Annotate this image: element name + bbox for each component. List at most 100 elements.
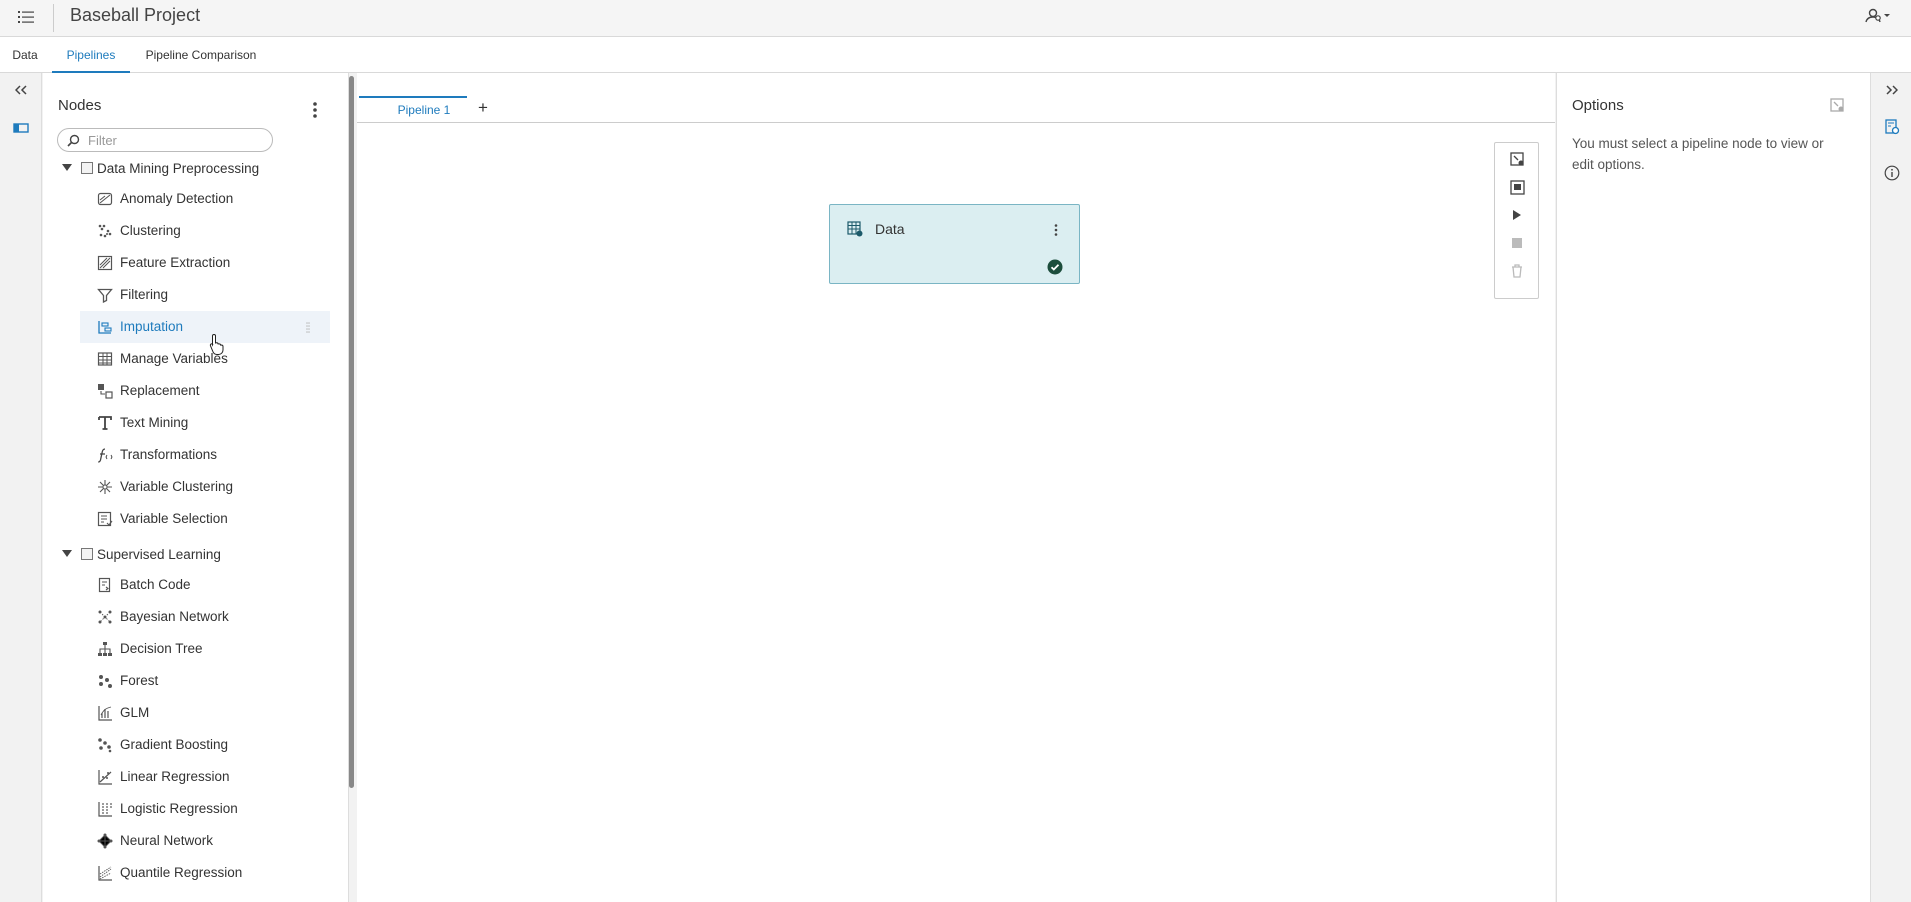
canvas-toolbar — [1494, 142, 1539, 299]
node-item-label: Variable Selection — [120, 511, 228, 526]
node-item-label: Variable Clustering — [120, 479, 234, 494]
anomaly-detection-icon — [97, 191, 113, 207]
variable-clustering-icon — [97, 479, 113, 495]
app-root: Baseball Project Data Pipelines Pipeline… — [0, 0, 1911, 902]
node-item-label: Decision Tree — [120, 641, 203, 656]
replacement-icon — [97, 383, 113, 399]
node-item-quantile-regression[interactable]: Quantile Regression — [43, 857, 343, 889]
node-item-label: Forest — [120, 673, 159, 688]
node-item-linear-regression[interactable]: Linear Regression — [43, 761, 343, 793]
node-item-text-mining[interactable]: Text Mining — [43, 407, 343, 439]
caret-down-icon[interactable] — [62, 550, 72, 557]
feature-extraction-icon — [97, 255, 113, 271]
node-item-label: Batch Code — [120, 577, 191, 592]
gradient-boosting-icon — [97, 737, 113, 753]
node-label: Data — [875, 221, 905, 237]
node-item-label: Text Mining — [120, 415, 189, 430]
app-menu-icon[interactable] — [12, 4, 40, 30]
node-item-filtering[interactable]: Filtering — [43, 279, 343, 311]
group-supervised-learning[interactable]: Supervised Learning — [43, 541, 343, 569]
tab-pipeline-1[interactable]: Pipeline 1 — [359, 96, 467, 122]
clustering-icon — [97, 223, 113, 239]
glm-icon — [97, 705, 113, 721]
nodes-scrollbar[interactable] — [349, 76, 354, 788]
user-menu-icon[interactable] — [1863, 4, 1893, 28]
node-item-glm[interactable]: GLM — [43, 697, 343, 729]
mouse-pointer-hand-icon — [209, 333, 224, 355]
forest-icon — [97, 673, 113, 689]
project-title: Baseball Project — [70, 5, 201, 25]
pipeline-node-data[interactable]: Data — [829, 204, 1080, 284]
pipeline-tab-label: Pipeline 1 — [397, 103, 451, 117]
bayesian-network-icon — [97, 609, 113, 625]
group-checkbox[interactable] — [81, 162, 93, 174]
data-table-icon — [847, 221, 863, 237]
node-item-forest[interactable]: Forest — [43, 665, 343, 697]
run-pipeline-button[interactable] — [1507, 205, 1527, 225]
group-checkbox[interactable] — [81, 548, 93, 560]
collapse-left-icon[interactable] — [9, 79, 33, 101]
node-menu-icon[interactable] — [1049, 221, 1063, 239]
node-item-neural-network[interactable]: Neural Network — [43, 825, 343, 857]
collapse-right-icon[interactable] — [1880, 79, 1904, 101]
info-icon[interactable] — [1880, 162, 1904, 184]
fit-to-view-button[interactable] — [1507, 177, 1527, 197]
node-item-manage-variables[interactable]: Manage Variables — [43, 343, 343, 375]
node-item-anomaly-detection[interactable]: Anomaly Detection — [43, 183, 343, 215]
caret-down-icon[interactable] — [62, 164, 72, 171]
node-settings-icon — [1830, 98, 1844, 112]
tab-pipeline-comparison[interactable]: Pipeline Comparison — [141, 37, 261, 73]
logistic-regression-icon — [97, 801, 113, 817]
node-item-variable-selection[interactable]: Variable Selection — [43, 503, 343, 535]
nodes-panel-title: Nodes — [58, 97, 102, 114]
view-tabs: Data Pipelines Pipeline Comparison — [0, 37, 1911, 73]
group-data-mining-preprocessing[interactable]: Data Mining Preprocessing — [43, 155, 343, 183]
node-item-transformations[interactable]: Transformations — [43, 439, 343, 471]
title-divider — [53, 4, 54, 32]
delete-icon[interactable] — [1507, 261, 1527, 281]
node-item-label: Clustering — [120, 223, 181, 238]
nodes-panel-icon[interactable] — [9, 117, 33, 139]
stop-button[interactable] — [1507, 233, 1527, 253]
tab-divider — [357, 122, 1555, 123]
node-settings-button[interactable] — [1507, 149, 1527, 169]
function-icon — [97, 447, 113, 463]
node-item-batch-code[interactable]: Batch Code — [43, 569, 343, 601]
filter-field — [57, 128, 273, 152]
pipeline-canvas[interactable]: Pipeline 1 + Data — [357, 73, 1555, 902]
node-item-variable-clustering[interactable]: Variable Clustering — [43, 471, 343, 503]
node-item-label: Replacement — [120, 383, 200, 398]
node-item-bayesian-network[interactable]: Bayesian Network — [43, 601, 343, 633]
options-panel-icon[interactable] — [1880, 116, 1904, 138]
node-item-logistic-regression[interactable]: Logistic Regression — [43, 793, 343, 825]
node-item-clustering[interactable]: Clustering — [43, 215, 343, 247]
drag-handle-icon[interactable] — [306, 321, 310, 333]
left-rail — [0, 73, 42, 902]
quantile-regression-icon — [97, 865, 113, 881]
nodes-menu-icon[interactable] — [305, 98, 325, 122]
node-item-feature-extraction[interactable]: Feature Extraction — [43, 247, 343, 279]
options-panel: Options You must select a pipeline node … — [1556, 73, 1871, 902]
linear-regression-icon — [97, 769, 113, 785]
node-item-label: GLM — [120, 705, 150, 720]
node-item-label: Neural Network — [120, 833, 214, 848]
top-bar: Baseball Project — [0, 0, 1911, 37]
variable-selection-icon — [97, 511, 113, 527]
node-item-gradient-boosting[interactable]: Gradient Boosting — [43, 729, 343, 761]
tab-pipelines[interactable]: Pipelines — [52, 37, 130, 73]
node-item-replacement[interactable]: Replacement — [43, 375, 343, 407]
tab-data[interactable]: Data — [10, 37, 40, 73]
node-item-label: Bayesian Network — [120, 609, 229, 624]
node-item-decision-tree[interactable]: Decision Tree — [43, 633, 343, 665]
group-label: Data Mining Preprocessing — [97, 161, 260, 176]
node-item-label: Transformations — [120, 447, 218, 462]
text-t-icon — [97, 415, 113, 431]
add-pipeline-button[interactable]: + — [473, 97, 493, 119]
neural-network-icon — [97, 833, 113, 849]
node-item-imputation[interactable]: Imputation — [80, 311, 330, 343]
node-item-label: Feature Extraction — [120, 255, 231, 270]
decision-tree-icon — [97, 641, 113, 657]
filter-input[interactable] — [88, 131, 263, 149]
success-check-icon — [1047, 259, 1063, 275]
imputation-icon — [97, 319, 113, 335]
